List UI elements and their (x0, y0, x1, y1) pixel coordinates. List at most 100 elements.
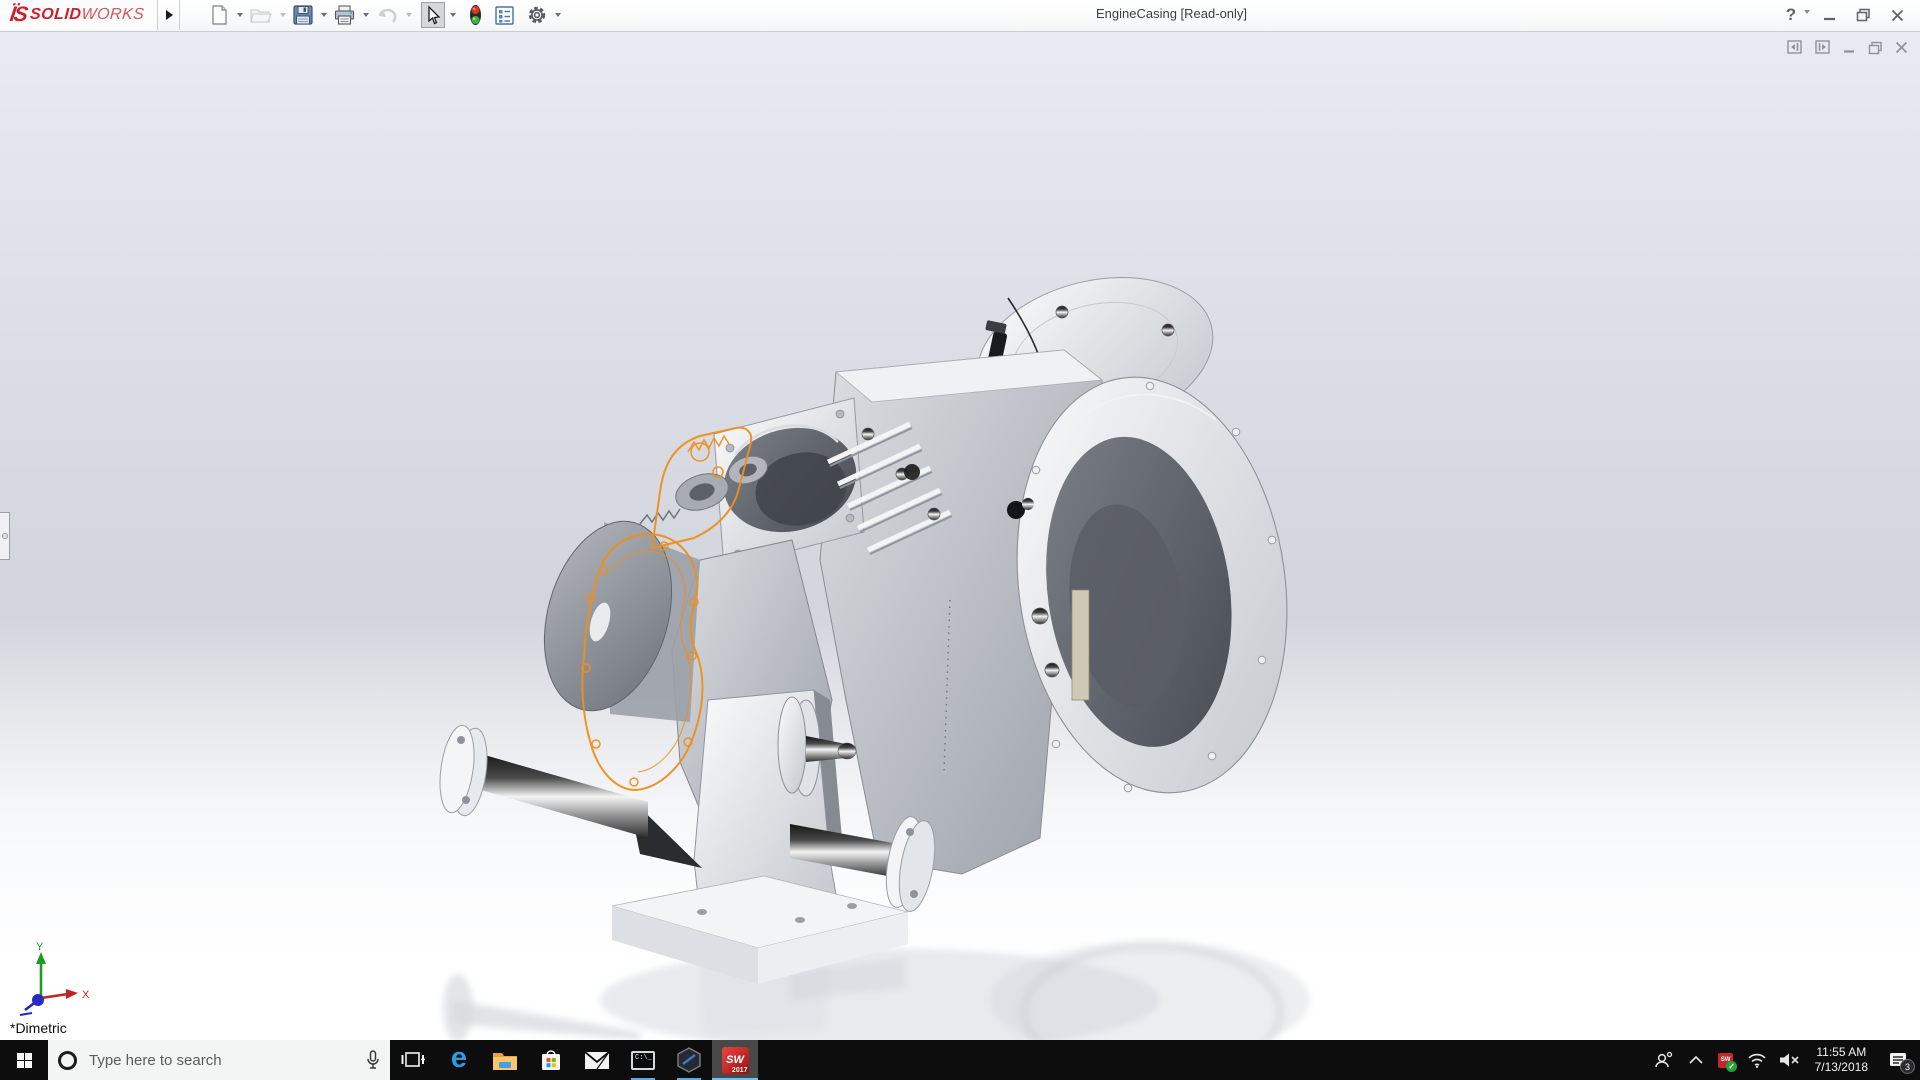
open-dropdown[interactable] (280, 13, 286, 17)
close-icon (1891, 9, 1904, 22)
y-axis-label: Y (36, 941, 44, 953)
close-button[interactable] (1882, 2, 1912, 28)
wifi-icon (1747, 1052, 1767, 1068)
new-document-button[interactable] (208, 2, 231, 28)
help-button[interactable]: ? (1776, 2, 1806, 28)
check-icon: ✓ (1726, 1061, 1737, 1072)
main-toolbar (208, 0, 566, 30)
x-axis-arrow (66, 989, 78, 999)
engine-casing-model (0, 0, 1920, 1040)
title-bar: ЇS SOLIDWORKS (0, 0, 1920, 32)
gear-icon (527, 5, 547, 25)
file-properties-button[interactable] (493, 2, 516, 28)
menu-flyout-button[interactable] (159, 0, 180, 30)
undo-button[interactable] (374, 2, 400, 28)
clock[interactable]: 11:55 AM 7/13/2018 (1807, 1040, 1876, 1080)
clutch-arm (672, 540, 832, 862)
open-button[interactable] (248, 2, 274, 28)
solidworks-2017-button[interactable]: SW 2017 (712, 1040, 758, 1080)
view-orientation-label: *Dimetric (10, 1020, 67, 1036)
taskbar-search[interactable]: Type here to search (48, 1040, 390, 1080)
tray-overflow-button[interactable] (1681, 1040, 1711, 1080)
solidworks-logo: ЇS SOLIDWORKS (0, 0, 158, 30)
save-dropdown[interactable] (321, 13, 327, 17)
print-dropdown[interactable] (363, 13, 369, 17)
pane-tab-dot-icon (2, 533, 8, 539)
task-view-button[interactable] (390, 1040, 436, 1080)
edrawings-hexagon-icon (676, 1047, 702, 1073)
housing-split-line (1008, 298, 1048, 424)
right-mount-rod (790, 814, 941, 914)
command-prompt-button[interactable]: C:\_ (620, 1040, 666, 1080)
windows-logo-icon (17, 1053, 32, 1068)
select-tool-button[interactable] (421, 2, 445, 28)
reference-triad: Y X (8, 940, 98, 1018)
toggle-left-pane-icon[interactable] (1787, 40, 1803, 55)
shaft-flange (778, 697, 806, 793)
print-icon (334, 5, 355, 25)
toggle-right-pane-icon[interactable] (1815, 40, 1831, 55)
cylinder-flange (714, 398, 864, 568)
help-icon: ? (1786, 5, 1796, 25)
left-mount-rod (435, 723, 648, 838)
mail-button[interactable] (574, 1040, 620, 1080)
solidworks-monitor-icon: SW ✓ (1718, 1053, 1733, 1068)
volume-button[interactable] (1773, 1040, 1807, 1080)
solidworks-2017-icon: SW 2017 (722, 1047, 749, 1074)
restore-document-icon[interactable] (1868, 41, 1883, 55)
rebuild-stoplight-button[interactable] (467, 2, 484, 28)
chevron-up-icon (1689, 1056, 1703, 1064)
tray-date: 7/13/2018 (1815, 1060, 1868, 1075)
print-button[interactable] (332, 2, 357, 28)
network-button[interactable] (1741, 1040, 1773, 1080)
restore-icon (1856, 8, 1871, 22)
system-tray: SW ✓ 11:55 AM 7/13/2018 (1645, 1040, 1920, 1080)
microphone-icon[interactable] (366, 1050, 380, 1070)
undo-arrow-icon (376, 6, 398, 24)
options-dropdown[interactable] (555, 13, 561, 17)
edrawings-button[interactable] (666, 1040, 712, 1080)
help-dropdown[interactable] (1804, 10, 1810, 14)
mail-icon (584, 1050, 610, 1070)
3d-viewport[interactable]: Y X *Dimetric (0, 32, 1920, 1040)
undo-dropdown[interactable] (406, 13, 412, 17)
action-center-button[interactable]: 3 (1876, 1040, 1920, 1080)
store-button[interactable] (528, 1040, 574, 1080)
cortana-icon (58, 1051, 77, 1070)
highlighted-sketch[interactable] (582, 428, 751, 790)
cylinder-bore (713, 414, 868, 545)
restore-button[interactable] (1848, 2, 1878, 28)
window-title: EngineCasing [Read-only] (1096, 6, 1247, 21)
windows-taskbar: Type here to search e (0, 1040, 1920, 1080)
save-button[interactable] (291, 2, 315, 28)
close-document-icon[interactable] (1895, 41, 1908, 54)
play-arrow-icon (166, 10, 173, 20)
select-dropdown[interactable] (450, 13, 456, 17)
options-button[interactable] (525, 2, 549, 28)
upper-housing (961, 254, 1230, 456)
start-button[interactable] (0, 1040, 48, 1080)
new-document-dropdown[interactable] (237, 13, 243, 17)
chrome-pin (838, 743, 856, 759)
store-icon (539, 1048, 563, 1072)
feature-pane-tab[interactable] (0, 512, 10, 560)
volume-muted-icon (1779, 1052, 1801, 1068)
people-button[interactable] (1645, 1040, 1681, 1080)
x-axis-label: X (82, 989, 90, 1001)
file-explorer-button[interactable] (482, 1040, 528, 1080)
edge-button[interactable]: e (436, 1040, 482, 1080)
minimize-button[interactable] (1814, 2, 1844, 28)
base-plate (612, 876, 908, 948)
minimize-document-icon[interactable] (1843, 41, 1856, 54)
people-icon (1653, 1051, 1673, 1069)
edge-icon: e (451, 1044, 467, 1073)
mount-bracket (640, 451, 771, 524)
ring-bolt-holes (1032, 382, 1276, 792)
file-properties-icon (495, 6, 514, 25)
solidworks-monitor-tray[interactable]: SW ✓ (1711, 1040, 1741, 1080)
open-folder-icon (250, 6, 272, 24)
y-axis-arrow (36, 952, 46, 964)
minimize-icon (1823, 9, 1836, 22)
floor-reflection (443, 942, 1310, 1040)
ring-housing (991, 360, 1313, 811)
